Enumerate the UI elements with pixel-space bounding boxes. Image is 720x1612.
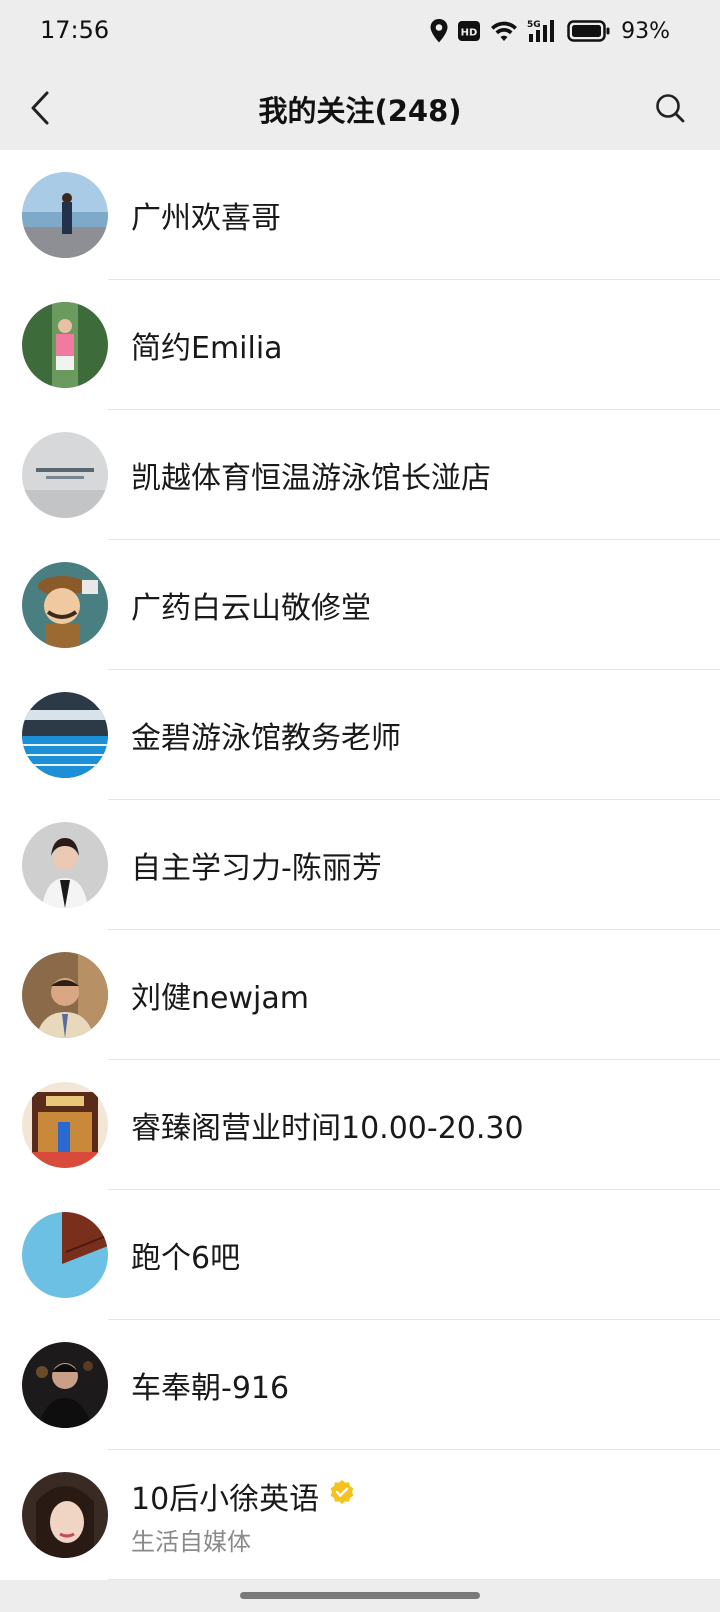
wifi-icon — [489, 19, 519, 43]
network-label: 5G — [527, 20, 541, 30]
avatar — [22, 432, 108, 518]
avatar — [22, 1212, 108, 1298]
list-item[interactable]: 简约Emilia — [0, 280, 720, 410]
avatar — [22, 1082, 108, 1168]
list-item[interactable]: 跑个6吧 — [0, 1190, 720, 1320]
avatar — [22, 562, 108, 648]
page-title: 我的关注(248) — [258, 94, 462, 128]
list-item[interactable]: 刘健newjam — [0, 930, 720, 1060]
list-item-name: 睿臻阁营业时间10.00-20.30 — [131, 1111, 524, 1146]
list-item-name: 简约Emilia — [131, 331, 283, 366]
list-item-name: 金碧游泳馆教务老师 — [131, 721, 401, 756]
list-item[interactable]: 广药白云山敬修堂 — [0, 540, 720, 670]
avatar — [22, 822, 108, 908]
follow-list: 广州欢喜哥 简约Emilia 凯越体育恒温游泳馆长湴店 广药白云山敬修堂 金碧游… — [0, 150, 720, 1580]
list-item[interactable]: 广州欢喜哥 — [0, 150, 720, 280]
hd-label: HD — [461, 28, 478, 39]
list-item-name: 广药白云山敬修堂 — [131, 591, 371, 626]
battery-icon — [567, 19, 611, 43]
avatar — [22, 1472, 108, 1558]
list-item[interactable]: 车奉朝-916 — [0, 1320, 720, 1450]
list-item[interactable]: 凯越体育恒温游泳馆长湴店 — [0, 410, 720, 540]
avatar — [22, 952, 108, 1038]
verified-badge-icon — [329, 1478, 355, 1513]
status-icons: HD 5G 93% — [429, 16, 670, 46]
list-item-name: 凯越体育恒温游泳馆长湴店 — [131, 461, 491, 496]
header: 我的关注(248) — [0, 66, 720, 150]
hd-icon: HD — [457, 20, 481, 42]
list-item-name: 自主学习力-陈丽芳 — [131, 851, 382, 886]
list-item-name: 刘健newjam — [131, 981, 309, 1016]
battery-percentage: 93% — [621, 18, 670, 44]
list-item[interactable]: 自主学习力-陈丽芳 — [0, 800, 720, 930]
search-button[interactable] — [648, 86, 692, 130]
avatar — [22, 302, 108, 388]
status-time: 17:56 — [40, 16, 110, 44]
list-item-name: 10后小徐英语 — [131, 1481, 320, 1517]
list-item[interactable]: 睿臻阁营业时间10.00-20.30 — [0, 1060, 720, 1190]
avatar — [22, 1342, 108, 1428]
status-bar: 17:56 HD 5G 93% — [0, 0, 720, 66]
home-indicator[interactable] — [240, 1592, 480, 1599]
list-item-subtitle: 生活自媒体 — [131, 1527, 251, 1556]
signal-5g-icon: 5G — [527, 18, 559, 44]
list-item-name: 跑个6吧 — [131, 1241, 241, 1276]
search-icon — [656, 94, 685, 123]
avatar — [22, 172, 108, 258]
list-item[interactable]: 金碧游泳馆教务老师 — [0, 670, 720, 800]
list-item[interactable]: 10后小徐英语 生活自媒体 — [0, 1450, 720, 1580]
location-icon — [429, 18, 449, 44]
list-item-name: 车奉朝-916 — [131, 1371, 290, 1406]
list-item-name: 广州欢喜哥 — [131, 201, 281, 236]
avatar — [22, 692, 108, 778]
